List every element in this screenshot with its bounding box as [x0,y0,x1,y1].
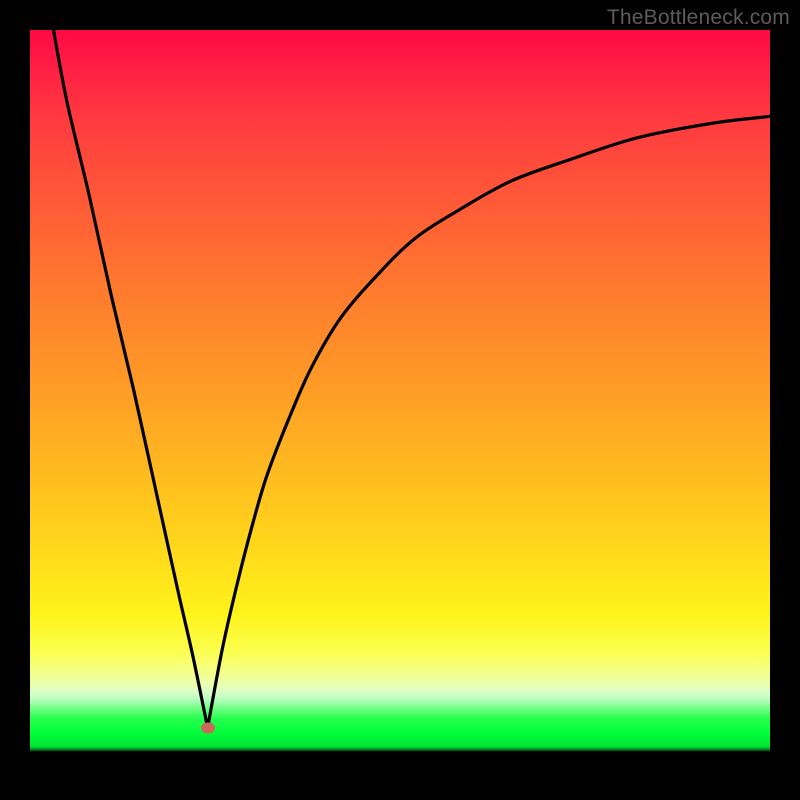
chart-frame: TheBottleneck.com [0,0,800,800]
plot-area [30,30,770,770]
curve-right-branch [208,116,770,727]
bottleneck-curve [30,30,770,770]
curve-left-branch [52,30,207,728]
minimum-marker [201,722,215,733]
watermark-text: TheBottleneck.com [607,6,790,30]
